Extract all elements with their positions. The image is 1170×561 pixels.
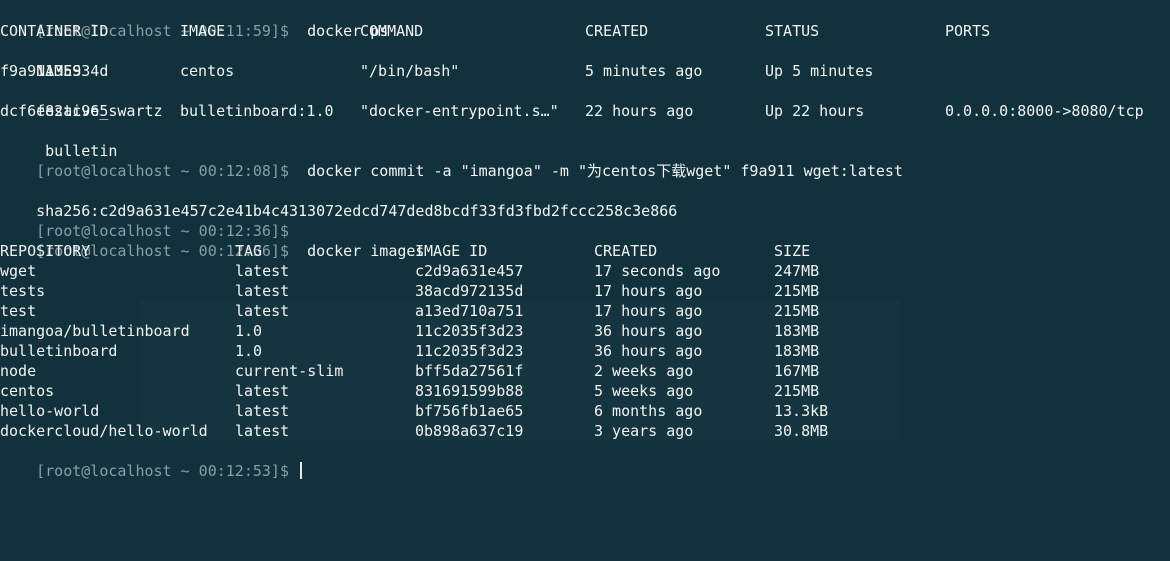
image-size: 215MB (774, 302, 820, 320)
image-tag: latest (235, 422, 290, 440)
image-size: 183MB (774, 322, 820, 340)
images-row: tests latest 38acd972135d 17 hours ago 2… (0, 281, 1170, 301)
image-tag: 1.0 (235, 322, 263, 340)
col-header-command: COMMAND (360, 22, 424, 40)
container-created: 5 minutes ago (585, 62, 703, 80)
image-created: 3 years ago (594, 422, 694, 440)
image-tag: current-slim (235, 362, 344, 380)
image-repository: wget (0, 262, 37, 280)
image-tag: latest (235, 302, 290, 320)
image-id: 831691599b88 (415, 382, 524, 400)
image-created: 17 hours ago (594, 302, 703, 320)
ps-header-row: CONTAINER ID IMAGE COMMAND CREATED STATU… (0, 21, 1170, 41)
container-id: dcf6e82ac965 (0, 102, 109, 120)
images-header-row: REPOSITORY TAG IMAGE ID CREATED SIZE (0, 241, 1170, 261)
image-repository: hello-world (0, 402, 100, 420)
prompt-line: [root@localhost ~ 00:12:08]$ docker comm… (0, 141, 1170, 180)
image-size: 215MB (774, 382, 820, 400)
ps-row-name: bulletin (0, 121, 1170, 160)
col-header-tag: TAG (235, 242, 263, 260)
image-size: 13.3kB (774, 402, 829, 420)
image-repository: tests (0, 282, 46, 300)
container-image: bulletinboard:1.0 (180, 102, 334, 120)
image-created: 5 weeks ago (594, 382, 694, 400)
prompt: [root@localhost ~ 00:12:53]$ (36, 462, 289, 480)
container-status: Up 5 minutes (765, 62, 874, 80)
prompt-line: [root@localhost ~ 00:12:36]$ (0, 201, 1170, 240)
image-repository: test (0, 302, 37, 320)
image-size: 247MB (774, 262, 820, 280)
container-command: "/bin/bash" (360, 62, 460, 80)
terminal-window[interactable]: [root@localhost ~ 00:11:59]$ docker ps C… (0, 0, 1170, 480)
image-size: 167MB (774, 362, 820, 380)
image-repository: bulletinboard (0, 342, 118, 360)
col-header-container-id: CONTAINER ID (0, 22, 109, 40)
container-created: 22 hours ago (585, 102, 694, 120)
image-tag: latest (235, 262, 290, 280)
image-id: 11c2035f3d23 (415, 342, 524, 360)
image-tag: latest (235, 282, 290, 300)
images-row: bulletinboard 1.0 11c2035f3d23 36 hours … (0, 341, 1170, 361)
images-row: imangoa/bulletinboard 1.0 11c2035f3d23 3… (0, 321, 1170, 341)
image-id: 0b898a637c19 (415, 422, 524, 440)
image-created: 17 hours ago (594, 282, 703, 300)
image-repository: node (0, 362, 37, 380)
images-row: node current-slim bff5da27561f 2 weeks a… (0, 361, 1170, 381)
image-created: 36 hours ago (594, 322, 703, 340)
ps-row: f9a91135934d centos "/bin/bash" 5 minute… (0, 61, 1170, 81)
image-size: 215MB (774, 282, 820, 300)
col-header-status: STATUS (765, 22, 820, 40)
image-repository: centos (0, 382, 55, 400)
col-header-created: CREATED (585, 22, 649, 40)
image-size: 30.8MB (774, 422, 829, 440)
image-created: 17 seconds ago (594, 262, 721, 280)
image-repository: imangoa/bulletinboard (0, 322, 190, 340)
image-id: 11c2035f3d23 (415, 322, 524, 340)
container-ports: 0.0.0.0:8000->8080/tcp (945, 102, 1144, 120)
image-tag: latest (235, 402, 290, 420)
commit-output: sha256:c2d9a631e457c2e41b4c4313072edcd74… (0, 181, 1170, 220)
image-size: 183MB (774, 342, 820, 360)
image-created: 2 weeks ago (594, 362, 694, 380)
col-header-ports: PORTS (945, 22, 991, 40)
ps-header-names: NAMES (0, 41, 1170, 80)
images-row: hello-world latest bf756fb1ae65 6 months… (0, 401, 1170, 421)
active-prompt-line[interactable]: [root@localhost ~ 00:12:53]$ (0, 441, 1170, 480)
images-row: test latest a13ed710a751 17 hours ago 21… (0, 301, 1170, 321)
col-header-image-id: IMAGE ID (415, 242, 488, 260)
container-image: centos (180, 62, 235, 80)
image-tag: latest (235, 382, 290, 400)
image-id: 38acd972135d (415, 282, 524, 300)
image-repository: dockercloud/hello-world (0, 422, 208, 440)
image-id: a13ed710a751 (415, 302, 524, 320)
ps-row: dcf6e82ac965 bulletinboard:1.0 "docker-e… (0, 101, 1170, 121)
image-id: bff5da27561f (415, 362, 524, 380)
ps-row-name: festive_swartz (0, 81, 1170, 120)
col-header-image: IMAGE (180, 22, 226, 40)
col-header-size: SIZE (774, 242, 811, 260)
col-header-created: CREATED (594, 242, 658, 260)
image-tag: 1.0 (235, 342, 263, 360)
image-created: 36 hours ago (594, 342, 703, 360)
prompt-line: [root@localhost ~ 00:11:59]$ docker ps (0, 1, 1170, 40)
text-cursor[interactable] (300, 462, 303, 479)
images-row: wget latest c2d9a631e457 17 seconds ago … (0, 261, 1170, 281)
container-status: Up 22 hours (765, 102, 865, 120)
col-header-repository: REPOSITORY (0, 242, 91, 260)
container-id: f9a91135934d (0, 62, 109, 80)
images-row: centos latest 831691599b88 5 weeks ago 2… (0, 381, 1170, 401)
images-row: dockercloud/hello-world latest 0b898a637… (0, 421, 1170, 441)
image-id: bf756fb1ae65 (415, 402, 524, 420)
image-created: 6 months ago (594, 402, 703, 420)
image-id: c2d9a631e457 (415, 262, 524, 280)
prompt-line: [root@localhost ~ 00:12:36]$ docker imag… (0, 221, 1170, 260)
container-command: "docker-entrypoint.s…" (360, 102, 559, 120)
